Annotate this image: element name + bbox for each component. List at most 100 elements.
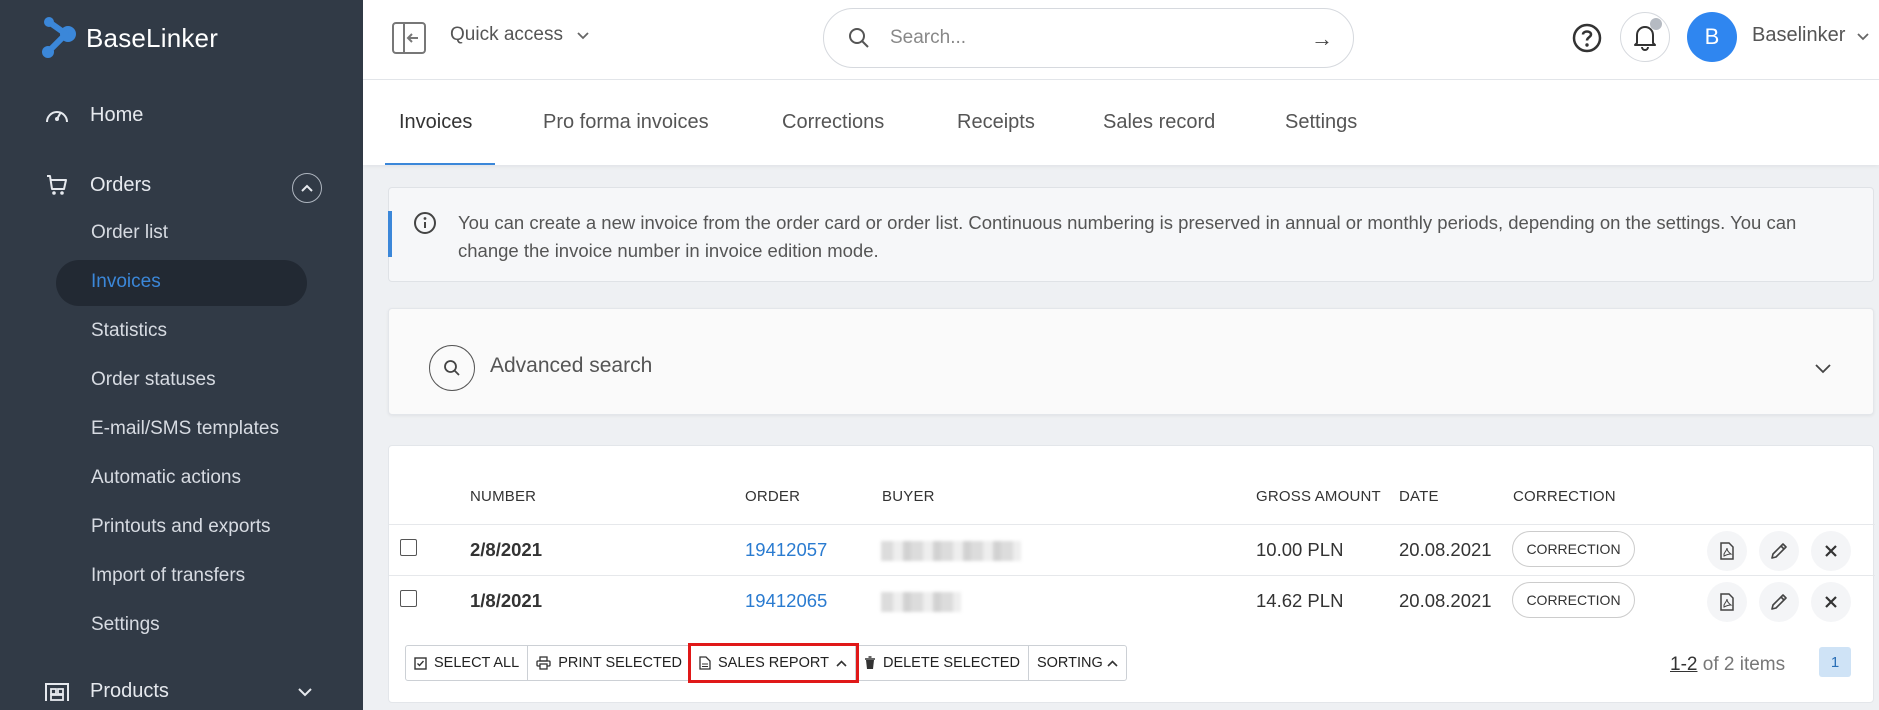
row-checkbox[interactable] — [400, 539, 417, 556]
close-icon — [1825, 545, 1837, 557]
sidebar-toggle-button[interactable] — [392, 22, 426, 54]
sidebar-item-products[interactable]: Products — [44, 678, 169, 704]
invoice-date: 20.08.2021 — [1399, 590, 1492, 611]
pencil-icon — [1771, 543, 1787, 559]
quick-access-dropdown[interactable]: Quick access — [450, 24, 589, 46]
column-header-date[interactable]: DATE — [1399, 488, 1439, 505]
sidebar-item-order-statuses[interactable]: Order statuses — [91, 369, 216, 391]
chevron-down-icon[interactable] — [1815, 361, 1831, 379]
pdf-download-button[interactable] — [1707, 531, 1747, 571]
edit-button[interactable] — [1759, 582, 1799, 622]
pdf-download-button[interactable] — [1707, 582, 1747, 622]
help-button[interactable] — [1571, 22, 1603, 54]
sidebar-item-home[interactable]: Home — [44, 102, 143, 128]
info-accent-bar — [388, 211, 392, 257]
delete-row-button[interactable] — [1811, 582, 1851, 622]
correction-button[interactable]: CORRECTION — [1512, 531, 1635, 567]
avatar-letter: B — [1704, 24, 1720, 49]
dashboard-icon — [44, 102, 70, 128]
panel-collapse-icon — [392, 22, 426, 54]
arrow-right-icon[interactable]: → — [1311, 26, 1333, 52]
topbar: Quick access → B Baselinker — [363, 0, 1879, 80]
pagination-summary: 1-2 of 2 items — [1670, 654, 1785, 676]
advanced-search-label: Advanced search — [490, 354, 653, 377]
chevron-up-icon — [301, 184, 313, 192]
question-circle-icon — [1572, 23, 1602, 53]
edit-button[interactable] — [1759, 531, 1799, 571]
trash-icon — [864, 656, 876, 670]
sorting-label: SORTING — [1036, 655, 1103, 671]
row-checkbox[interactable] — [400, 590, 417, 607]
sidebar-item-statistics[interactable]: Statistics — [91, 320, 167, 342]
column-header-buyer[interactable]: BUYER — [882, 488, 935, 505]
order-link[interactable]: 19412057 — [745, 539, 827, 561]
bulk-actions-toolbar: SELECT ALL PRINT SELECTED SALES REPORT D… — [405, 643, 1127, 683]
global-search: → — [823, 8, 1354, 68]
sidebar-item-printouts-exports[interactable]: Printouts and exports — [91, 516, 271, 538]
user-name: Baselinker — [1752, 24, 1846, 46]
page-button-1[interactable]: 1 — [1819, 647, 1851, 677]
sidebar-item-automatic-actions[interactable]: Automatic actions — [91, 467, 241, 489]
sidebar-item-email-sms-templates[interactable]: E-mail/SMS templates — [91, 418, 279, 440]
buyer-name-redacted — [881, 541, 1021, 561]
column-header-gross-amount[interactable]: GROSS AMOUNT — [1256, 488, 1381, 505]
logo[interactable]: BaseLinker — [40, 16, 218, 60]
info-notice: You can create a new invoice from the or… — [388, 187, 1874, 282]
search-icon — [849, 28, 869, 48]
avatar[interactable]: B — [1687, 12, 1737, 62]
pencil-icon — [1771, 594, 1787, 610]
warehouse-icon — [44, 678, 70, 704]
baselinker-logo-icon — [42, 17, 76, 58]
delete-selected-button[interactable]: DELETE SELECTED — [856, 646, 1029, 680]
chevron-up-icon — [836, 659, 847, 667]
pagination-range[interactable]: 1-2 — [1670, 654, 1697, 675]
pagination-total: of 2 items — [1697, 654, 1786, 675]
pdf-file-icon — [1720, 593, 1734, 611]
invoice-date: 20.08.2021 — [1399, 539, 1492, 560]
tab-invoices[interactable]: Invoices — [399, 111, 472, 134]
user-menu[interactable]: Baselinker — [1752, 24, 1870, 47]
sidebar-item-invoices[interactable]: Invoices — [91, 271, 161, 293]
table-row: 2/8/2021 19412057 10.00 PLN 20.08.2021 C… — [389, 524, 1875, 575]
sales-report-label: SALES REPORT — [718, 655, 829, 671]
delete-row-button[interactable] — [1811, 531, 1851, 571]
sorting-button[interactable]: SORTING — [1029, 646, 1126, 680]
search-input[interactable] — [890, 27, 1290, 49]
order-link[interactable]: 19412065 — [745, 590, 827, 612]
sidebar-item-import-transfers[interactable]: Import of transfers — [91, 565, 245, 587]
tab-corrections[interactable]: Corrections — [782, 111, 884, 134]
chevron-up-icon — [1107, 659, 1118, 667]
orders-collapse-button[interactable] — [292, 173, 322, 203]
notifications-button[interactable] — [1620, 12, 1670, 62]
tab-sales-record[interactable]: Sales record — [1103, 111, 1215, 134]
chevron-down-icon — [298, 688, 312, 697]
advanced-search-panel[interactable]: Advanced search — [388, 308, 1874, 415]
logo-text: BaseLinker — [86, 22, 219, 53]
correction-button[interactable]: CORRECTION — [1512, 582, 1635, 618]
sidebar-item-settings[interactable]: Settings — [91, 614, 160, 636]
chevron-down-icon — [577, 24, 589, 46]
products-expand-button[interactable] — [298, 684, 312, 702]
tab-settings[interactable]: Settings — [1285, 111, 1357, 134]
gross-amount: 14.62 PLN — [1256, 590, 1344, 611]
sales-report-button[interactable]: SALES REPORT — [688, 643, 859, 683]
print-selected-button[interactable]: PRINT SELECTED — [528, 646, 692, 680]
info-text: You can create a new invoice from the or… — [458, 212, 1797, 261]
sidebar-item-order-list[interactable]: Order list — [91, 222, 168, 244]
column-header-number[interactable]: NUMBER — [470, 488, 536, 505]
table-row: 1/8/2021 19412065 14.62 PLN 20.08.2021 C… — [389, 575, 1875, 626]
search-icon — [429, 345, 475, 391]
select-all-button[interactable]: SELECT ALL — [406, 646, 529, 680]
sidebar-item-orders[interactable]: Orders — [44, 172, 151, 198]
notification-dot — [1650, 18, 1662, 30]
checkbox-checked-icon — [414, 656, 427, 670]
buyer-name-redacted — [881, 592, 961, 612]
invoice-number: 2/8/2021 — [470, 539, 543, 560]
delete-selected-label: DELETE SELECTED — [882, 655, 1020, 671]
sidebar-item-label: Orders — [90, 173, 152, 196]
column-header-order[interactable]: ORDER — [745, 488, 800, 505]
tab-receipts[interactable]: Receipts — [957, 111, 1035, 134]
quick-access-label: Quick access — [450, 24, 563, 45]
tab-pro-forma-invoices[interactable]: Pro forma invoices — [543, 111, 709, 134]
invoices-table: NUMBER ORDER BUYER GROSS AMOUNT DATE COR… — [388, 445, 1875, 703]
